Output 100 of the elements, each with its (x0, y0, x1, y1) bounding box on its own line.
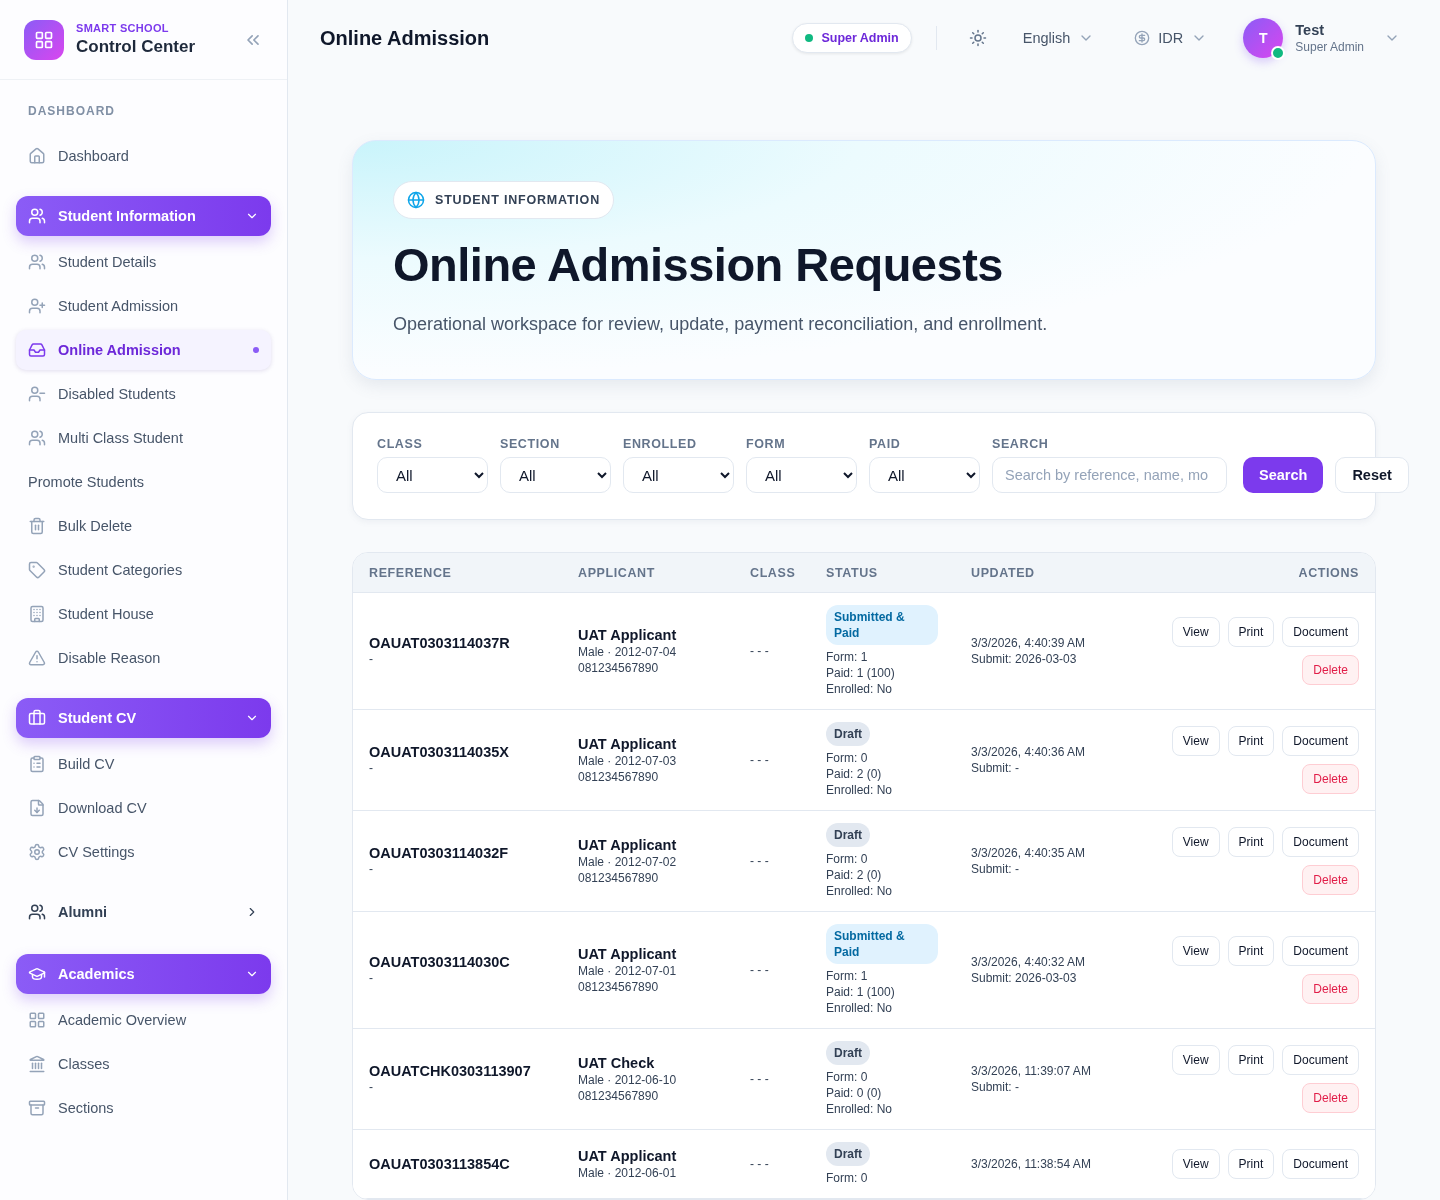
applicant-name: UAT Check (578, 1054, 656, 1072)
status-detail: Form: 0 (826, 1170, 869, 1186)
filter-label: SECTION (500, 437, 561, 451)
currency-dropdown[interactable]: IDR (1122, 22, 1220, 54)
status-badge: Draft (826, 722, 870, 746)
applicant-detail: Male · 2012-07-01 (578, 963, 678, 979)
nav-item[interactable]: Classes (16, 1044, 271, 1084)
delete-button[interactable]: Delete (1302, 655, 1359, 685)
nav-item[interactable]: Promote Students (16, 460, 271, 504)
applicant-name: UAT Applicant (578, 735, 678, 753)
applicant-detail: Male · 2012-07-04 (578, 644, 678, 660)
action-button[interactable]: View (1171, 1149, 1220, 1179)
delete-button[interactable]: Delete (1302, 974, 1359, 1004)
nav-icon (28, 649, 46, 667)
action-button[interactable]: Print (1227, 617, 1275, 647)
status-detail: Enrolled: No (826, 883, 894, 899)
column-header: UPDATED (971, 565, 1036, 580)
filter-select[interactable]: All (623, 457, 734, 493)
filter-label: SEARCH (992, 437, 1050, 451)
nav-icon (28, 755, 46, 773)
applicant-detail: 081234567890 (578, 979, 660, 995)
nav-item[interactable]: Disabled Students (16, 374, 271, 414)
action-button[interactable]: Document (1282, 936, 1359, 966)
nav-group[interactable]: Academics (16, 954, 271, 994)
status-detail: Paid: 0 (0) (826, 1085, 883, 1101)
nav-item[interactable]: Build CV (16, 744, 271, 784)
nav-icon (28, 517, 46, 535)
action-button[interactable]: Document (1282, 1045, 1359, 1075)
language-dropdown[interactable]: English (1010, 22, 1107, 54)
nav-group[interactable]: Student Information (16, 196, 271, 236)
action-button[interactable]: Print (1227, 936, 1275, 966)
action-button[interactable]: View (1171, 827, 1220, 857)
delete-button[interactable]: Delete (1302, 1083, 1359, 1113)
updated-time: 3/3/2026, 4:40:35 AM (971, 845, 1087, 861)
action-button[interactable]: Print (1227, 1045, 1275, 1075)
nav-icon (28, 561, 46, 579)
action-button[interactable]: Document (1282, 1149, 1359, 1179)
nav-item[interactable]: Online Admission (16, 330, 271, 370)
search-button[interactable]: Search (1243, 457, 1324, 493)
nav-item[interactable]: Student House (16, 594, 271, 634)
user-menu[interactable]: T Test Super Admin (1235, 18, 1408, 58)
delete-button[interactable]: Delete (1302, 764, 1359, 794)
action-button[interactable]: Document (1282, 617, 1359, 647)
status-detail: Enrolled: No (826, 782, 894, 798)
nav-group[interactable]: Student CV (16, 698, 271, 738)
reset-button[interactable]: Reset (1335, 457, 1409, 493)
class-text: - - - (750, 853, 770, 869)
nav-icon (28, 605, 46, 623)
filter-label: ENROLLED (623, 437, 698, 451)
applicant-detail: 081234567890 (578, 660, 660, 676)
nav-item[interactable]: Student Details (16, 242, 271, 282)
action-button[interactable]: View (1171, 726, 1220, 756)
action-button[interactable]: Print (1227, 1149, 1275, 1179)
nav-icon (28, 253, 46, 271)
submit-date: Submit: 2026-03-03 (971, 970, 1078, 986)
nav-icon (28, 385, 46, 403)
nav-item[interactable]: Dashboard (16, 136, 271, 176)
action-button[interactable]: View (1171, 617, 1220, 647)
nav-item[interactable]: Sections (16, 1088, 271, 1128)
action-button[interactable]: Print (1227, 827, 1275, 857)
nav-item[interactable]: Student Admission (16, 286, 271, 326)
action-button[interactable]: View (1171, 936, 1220, 966)
group-icon (28, 965, 46, 983)
applicant-name: UAT Applicant (578, 836, 678, 854)
status-dot (805, 34, 814, 42)
reference-text: OAUAT0303114032F (369, 845, 510, 861)
nav-item[interactable]: Disable Reason (16, 638, 271, 678)
filter-select[interactable]: All (377, 457, 488, 493)
nav-item[interactable]: CV Settings (16, 832, 271, 872)
nav-icon (28, 341, 46, 359)
reference-note: - (369, 861, 374, 877)
badge-label: STUDENT INFORMATION (435, 193, 600, 207)
column-header: APPLICANT (578, 565, 656, 580)
nav-icon (28, 799, 46, 817)
nav-item[interactable]: Bulk Delete (16, 506, 271, 546)
reference-note: - (369, 1079, 374, 1095)
delete-button[interactable]: Delete (1302, 865, 1359, 895)
class-text: - - - (750, 643, 770, 659)
action-button[interactable]: View (1171, 1045, 1220, 1075)
nav-item[interactable]: Download CV (16, 788, 271, 828)
status-detail: Form: 1 (826, 968, 869, 984)
nav-item[interactable]: Multi Class Student (16, 418, 271, 458)
reference-text: OAUAT0303114037R (369, 635, 511, 651)
hero-title: Online Admission Requests (393, 237, 1003, 292)
filter-select[interactable]: All (500, 457, 611, 493)
filter-select[interactable]: All (869, 457, 980, 493)
avatar: T (1243, 18, 1284, 58)
nav-group[interactable]: Alumni (16, 892, 271, 932)
updated-time: 3/3/2026, 4:40:39 AM (971, 635, 1087, 651)
filter-select[interactable]: All (746, 457, 857, 493)
action-button[interactable]: Print (1227, 726, 1275, 756)
nav-item[interactable]: Academic Overview (16, 1000, 271, 1040)
search-field[interactable]: Search by reference, name, mo (992, 457, 1227, 493)
nav-item[interactable]: Student Categories (16, 550, 271, 590)
action-button[interactable]: Document (1282, 726, 1359, 756)
dollar-coin-icon (1134, 30, 1151, 46)
nav-icon (28, 1055, 46, 1073)
applicant-name: UAT Applicant (578, 945, 678, 963)
action-button[interactable]: Document (1282, 827, 1359, 857)
sun-icon (968, 29, 987, 47)
